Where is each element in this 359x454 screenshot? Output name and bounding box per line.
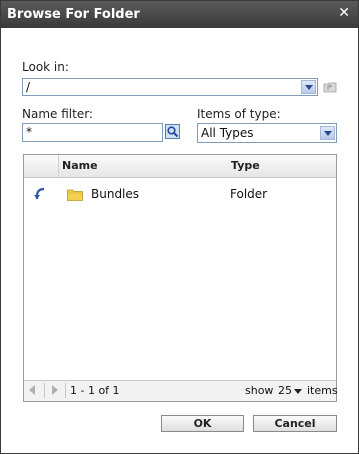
grid-header: Name Type: [24, 155, 336, 178]
folder-icon: [67, 189, 83, 201]
search-icon: [167, 126, 179, 138]
page-size-value[interactable]: 25: [278, 384, 292, 397]
name-filter-label: Name filter:: [22, 107, 93, 121]
chevron-down-icon[interactable]: [320, 126, 335, 140]
column-header-type[interactable]: Type: [231, 159, 260, 172]
up-folder-icon[interactable]: [323, 81, 337, 93]
look-in-label: Look in:: [22, 60, 69, 74]
next-page-icon[interactable]: [52, 385, 58, 395]
items-of-type-select[interactable]: All Types: [197, 123, 337, 143]
window-title: Browse For Folder: [7, 7, 140, 22]
title-bar: Browse For Folder ✕: [1, 1, 358, 28]
ok-button[interactable]: OK: [161, 415, 244, 432]
chevron-down-icon[interactable]: [301, 80, 316, 94]
show-label: show: [245, 384, 274, 397]
search-button[interactable]: [165, 124, 180, 139]
chevron-down-icon[interactable]: [294, 389, 302, 394]
name-filter-value: *: [26, 125, 32, 139]
look-in-select[interactable]: /: [22, 78, 318, 96]
go-up-arrow-icon[interactable]: [33, 187, 47, 201]
items-label: items: [307, 384, 338, 397]
pager-divider: [44, 383, 45, 398]
folder-grid: Name Type Bundles Folder 1 - 1 of 1 show…: [23, 154, 338, 402]
look-in-value: /: [26, 80, 31, 94]
row-type: Folder: [230, 187, 268, 201]
page-range: 1 - 1 of 1: [70, 384, 120, 397]
cancel-button[interactable]: Cancel: [253, 415, 337, 432]
previous-page-icon[interactable]: [29, 385, 35, 395]
name-filter-input[interactable]: *: [22, 123, 163, 142]
browse-folder-dialog: Browse For Folder ✕ Look in: / Name filt…: [0, 0, 359, 454]
column-header-name[interactable]: Name: [62, 159, 98, 172]
items-of-type-value: All Types: [201, 126, 254, 140]
close-icon[interactable]: ✕: [338, 5, 350, 21]
row-name[interactable]: Bundles: [91, 187, 139, 201]
pager-divider: [65, 383, 66, 398]
items-of-type-label: Items of type:: [197, 107, 281, 121]
grid-footer: 1 - 1 of 1 show 25 items: [24, 380, 338, 401]
column-divider: [58, 155, 59, 177]
table-row[interactable]: Bundles Folder: [24, 179, 336, 211]
